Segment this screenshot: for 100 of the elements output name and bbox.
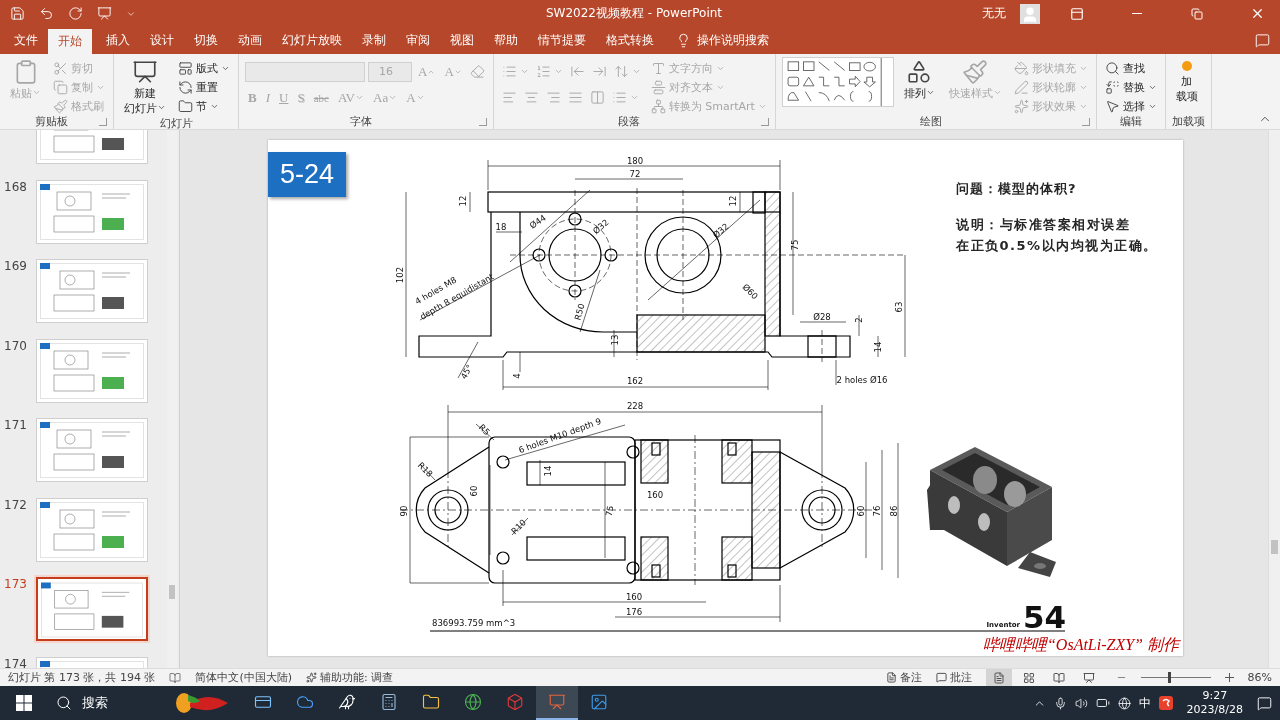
notes-button[interactable]: 备注 <box>885 670 922 685</box>
decrease-indent-icon <box>569 64 585 79</box>
ribbon-button[interactable]: 排列 <box>899 57 939 102</box>
copy-icon <box>53 79 68 95</box>
dialog-launcher-icon[interactable] <box>99 118 107 126</box>
group-label: 剪贴板 <box>34 115 69 129</box>
eraser-icon <box>469 64 485 79</box>
sparkles-icon <box>1013 98 1029 114</box>
view-icon <box>1022 671 1035 684</box>
presentation-icon <box>97 6 112 21</box>
ribbon-button[interactable]: 新建 幻灯片 <box>120 57 170 117</box>
slide-number: 170 <box>4 338 28 353</box>
taskbar-search[interactable]: 搜索 <box>82 694 108 712</box>
dimension-label: 2 <box>853 317 864 323</box>
dimension-label: 75 <box>603 504 616 518</box>
tell-me-search[interactable]: 操作说明搜索 <box>697 32 769 49</box>
zoom-level[interactable]: 86% <box>1247 671 1272 684</box>
ribbon-tab[interactable]: 设计 <box>140 27 184 54</box>
circle-icon <box>1179 59 1194 73</box>
dimension-label: 180 <box>626 155 644 166</box>
zoom-slider-thumb[interactable] <box>1167 672 1171 683</box>
calculator-icon <box>380 693 398 711</box>
slide-icon <box>132 59 158 85</box>
dimension-label: Ø28 <box>813 311 831 322</box>
ribbon-button[interactable]: 版式 <box>176 59 232 77</box>
ribbon-tab[interactable]: 情节提要 <box>528 27 596 54</box>
restore-icon <box>1191 7 1203 20</box>
group-label: 幻灯片 <box>158 117 194 131</box>
ribbon-tab[interactable]: 审阅 <box>396 27 440 54</box>
ribbon-button[interactable]: 查找 <box>1102 59 1159 77</box>
person-icon <box>1021 5 1039 24</box>
speaker-icon <box>1074 696 1088 710</box>
view-button[interactable] <box>985 669 1012 686</box>
ime-icon[interactable] <box>1158 696 1173 710</box>
ribbon-tab[interactable]: 视图 <box>440 27 484 54</box>
start-icon <box>16 695 32 711</box>
ribbon-button[interactable]: 重置 <box>176 78 232 96</box>
ribbon-button[interactable]: 替换 <box>1102 78 1159 96</box>
credit-text: 哔哩哔哩“OsAtLi-ZXY” 制作 <box>982 636 1179 653</box>
avatar[interactable] <box>1020 3 1040 24</box>
shape-gallery[interactable] <box>781 57 894 107</box>
slide-number: 171 <box>4 418 28 432</box>
microphone-icon <box>1053 696 1067 710</box>
dimension-label: 18 <box>495 221 507 232</box>
ribbon-button[interactable]: 加 载项 <box>1171 57 1202 105</box>
comments-button[interactable]: 批注 <box>935 670 972 685</box>
dimension-label: 160 <box>646 489 664 500</box>
slide-number: 172 <box>4 497 28 512</box>
ribbon-button[interactable]: 节 <box>176 97 232 115</box>
ribbon-button[interactable]: 选择 <box>1102 97 1159 115</box>
line-spacing-icon <box>613 64 629 79</box>
dimension-label: 160 <box>625 591 643 602</box>
justify-icon <box>567 90 583 105</box>
ribbon-tab[interactable]: 切换 <box>184 27 228 54</box>
group-label: 字体 <box>348 115 373 129</box>
language-label[interactable]: 简体中文(中国大陆) <box>195 670 293 685</box>
battery-icon <box>1095 696 1110 710</box>
card-icon <box>254 693 272 711</box>
dimension-label: 12 <box>457 195 468 207</box>
accessibility-button[interactable]: 辅助功能: 调查 <box>306 670 394 685</box>
ribbon-tab[interactable]: 动画 <box>228 27 272 54</box>
clock[interactable]: 9:27 2023/8/28 <box>1180 689 1249 717</box>
pointer-icon <box>1104 98 1120 114</box>
cube-icon <box>506 693 524 711</box>
dialog-launcher-icon[interactable] <box>1081 118 1090 126</box>
slide-number: 173 <box>4 577 28 591</box>
dimension-label: 86 <box>888 505 899 517</box>
dialog-launcher-icon[interactable] <box>760 118 769 126</box>
dimension-label: 162 <box>626 375 644 386</box>
ribbon-tab[interactable]: 帮助 <box>484 27 528 54</box>
scissors-icon <box>53 60 68 76</box>
group-label: 加载项 <box>1171 115 1205 129</box>
dimension-label: 90 <box>398 505 409 517</box>
ribbon-tab[interactable]: 录制 <box>352 27 396 54</box>
save-icon <box>10 6 25 21</box>
minimize-icon <box>1132 13 1142 14</box>
presentation-icon <box>548 693 566 711</box>
dimension-label: 102 <box>394 266 405 284</box>
globe-icon <box>1117 696 1131 710</box>
dimension-label: 72 <box>629 168 641 179</box>
layout-icon <box>178 60 193 76</box>
dialog-launcher-icon[interactable] <box>478 118 487 126</box>
ribbon-tab[interactable]: 开始 <box>48 29 92 54</box>
notes-icon <box>885 672 897 683</box>
scrollbar[interactable] <box>1268 130 1280 668</box>
replace-icon <box>1104 79 1120 95</box>
dimension-label: 75 <box>789 239 800 251</box>
ribbon-tab[interactable]: 插入 <box>96 27 140 54</box>
group-label: 段落 <box>617 115 642 129</box>
align-text-icon <box>650 79 666 95</box>
zoom-in-icon[interactable] <box>1224 673 1234 682</box>
dimension-label: 76 <box>871 505 882 517</box>
align-left-icon <box>501 90 517 105</box>
lightbulb-icon <box>676 33 691 48</box>
input-method-indicator[interactable]: 中 <box>1138 694 1151 712</box>
ribbon-tab[interactable]: 幻灯片放映 <box>272 27 352 54</box>
group-label: 绘图 <box>918 115 943 129</box>
ribbon-tab[interactable]: 格式转换 <box>596 27 664 54</box>
ribbon-tab[interactable]: 文件 <box>4 27 48 54</box>
slide-number: 169 <box>4 259 28 273</box>
